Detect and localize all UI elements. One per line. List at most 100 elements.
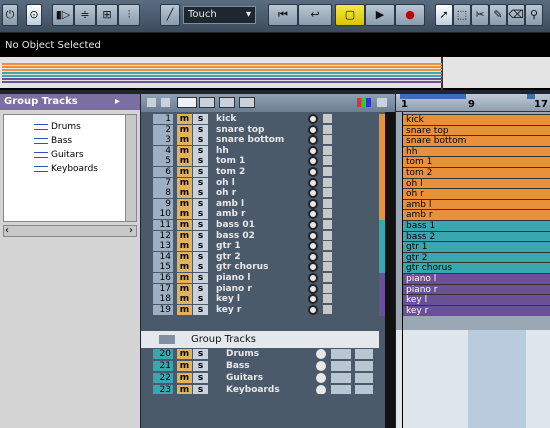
track-row[interactable]: 9 m s amb l: [141, 198, 395, 210]
mute-button[interactable]: m: [177, 373, 192, 383]
track-name[interactable]: gtr 2: [216, 252, 306, 263]
track-row[interactable]: 15 m s gtr chorus: [141, 262, 395, 274]
scroll-left-icon[interactable]: ‹: [5, 225, 9, 236]
monitor-icon[interactable]: [323, 294, 332, 304]
play-button[interactable]: ▶: [365, 4, 395, 26]
write-all-icon[interactable]: [239, 97, 255, 108]
edit-channel-icon[interactable]: [316, 349, 326, 359]
audio-part[interactable]: amb r: [403, 209, 550, 221]
solo-button[interactable]: s: [193, 251, 208, 262]
edit-channel-icon[interactable]: [316, 373, 326, 383]
track-name[interactable]: piano r: [216, 284, 306, 295]
monitor-icon[interactable]: [323, 167, 332, 176]
record-enable-icon[interactable]: [308, 198, 318, 209]
send-icon[interactable]: [355, 361, 373, 371]
track-name[interactable]: amb l: [216, 199, 306, 210]
group-track-name[interactable]: Bass: [226, 361, 316, 372]
collapse-icon[interactable]: [147, 98, 156, 107]
track-row[interactable]: 10 m s amb r: [141, 209, 395, 221]
tree-hscrollbar[interactable]: ‹ ›: [3, 225, 137, 237]
mute-button[interactable]: m: [177, 361, 192, 371]
mute-all-icon[interactable]: [177, 97, 197, 108]
solo-button[interactable]: s: [193, 241, 208, 252]
audio-part[interactable]: gtr 1: [403, 241, 550, 253]
tree-scrollbar[interactable]: [125, 115, 136, 221]
track-name[interactable]: amb r: [216, 209, 306, 220]
mute-button[interactable]: m: [177, 262, 192, 273]
mute-button[interactable]: m: [177, 198, 192, 209]
track-settings-icon[interactable]: [377, 98, 387, 107]
solo-button[interactable]: s: [193, 124, 208, 135]
track-row[interactable]: 13 m s gtr 1: [141, 241, 395, 253]
window-layout-icon[interactable]: ⊞: [96, 4, 118, 26]
record-enable-icon[interactable]: [308, 114, 318, 124]
group-track-name[interactable]: Guitars: [226, 373, 316, 384]
group-folder-track[interactable]: Group Tracks: [141, 331, 379, 348]
track-list-empty-area[interactable]: [141, 394, 379, 428]
track-row[interactable]: 7 m s oh l: [141, 177, 395, 189]
track-row[interactable]: 6 m s tom 2: [141, 167, 395, 178]
solo-button[interactable]: s: [193, 373, 208, 383]
mute-button[interactable]: m: [177, 145, 192, 156]
track-name[interactable]: bass 01: [216, 220, 306, 231]
track-name[interactable]: hh: [216, 146, 306, 157]
mute-button[interactable]: m: [177, 114, 192, 124]
monitor-icon[interactable]: [323, 241, 332, 251]
track-row[interactable]: 11 m s bass 01: [141, 220, 395, 231]
power-icon[interactable]: ⏻: [2, 4, 18, 26]
audio-part[interactable]: piano r: [403, 283, 550, 295]
audio-part[interactable]: oh r: [403, 188, 550, 200]
record-enable-icon[interactable]: [308, 209, 318, 220]
track-name[interactable]: piano l: [216, 273, 306, 284]
monitor-icon[interactable]: [323, 230, 332, 240]
read-all-icon[interactable]: [219, 97, 235, 108]
ruler[interactable]: 1 9 17: [396, 94, 550, 112]
audio-part[interactable]: kick: [403, 114, 550, 125]
audio-part[interactable]: gtr chorus: [403, 262, 550, 274]
group-track-row[interactable]: 20 m s Drums: [141, 349, 395, 361]
track-name[interactable]: tom 2: [216, 167, 306, 178]
solo-button[interactable]: s: [193, 361, 208, 371]
left-locator[interactable]: [400, 94, 466, 99]
mute-button[interactable]: m: [177, 283, 192, 294]
record-enable-icon[interactable]: [308, 230, 318, 241]
solo-button[interactable]: s: [193, 349, 208, 359]
solo-button[interactable]: s: [193, 114, 208, 124]
mute-button[interactable]: m: [177, 135, 192, 146]
erase-tool-icon[interactable]: ⌫: [507, 4, 525, 26]
record-enable-icon[interactable]: [308, 124, 318, 135]
audio-part[interactable]: tom 2: [403, 167, 550, 178]
solo-button[interactable]: s: [193, 230, 208, 241]
solo-button[interactable]: s: [193, 177, 208, 188]
range-tool-icon[interactable]: ⬚: [453, 4, 471, 26]
group-track-name[interactable]: Drums: [226, 349, 316, 360]
inspector-header[interactable]: Group Tracks ▸: [0, 94, 140, 110]
record-enable-icon[interactable]: [308, 145, 318, 156]
split-tool-icon[interactable]: ✂: [471, 4, 489, 26]
mute-button[interactable]: m: [177, 220, 192, 230]
group-track-row[interactable]: 21 m s Bass: [141, 361, 395, 373]
record-enable-icon[interactable]: [308, 262, 318, 273]
record-enable-icon[interactable]: [308, 304, 318, 315]
scroll-right-icon[interactable]: ›: [129, 225, 133, 236]
track-name[interactable]: oh r: [216, 188, 306, 199]
solo-button[interactable]: s: [193, 262, 208, 273]
solo-button[interactable]: s: [193, 283, 208, 294]
solo-button[interactable]: s: [193, 188, 208, 199]
mixer-icon[interactable]: ⫶: [118, 4, 140, 26]
monitor-icon[interactable]: [323, 283, 332, 293]
monitor-icon[interactable]: [323, 220, 332, 229]
audio-part[interactable]: key r: [403, 304, 550, 316]
monitor-icon[interactable]: [323, 124, 332, 134]
show-lanes-icon[interactable]: [161, 98, 170, 107]
track-row[interactable]: 16 m s piano l: [141, 273, 395, 284]
show-inspector-icon[interactable]: ▮▷: [52, 4, 74, 26]
monitor-icon[interactable]: [323, 156, 332, 166]
insert-icon[interactable]: [331, 349, 351, 359]
track-name[interactable]: snare top: [216, 125, 306, 136]
record-button[interactable]: ●: [395, 4, 425, 26]
tree-item-drums[interactable]: Drums: [34, 121, 81, 134]
solo-button[interactable]: s: [193, 304, 208, 315]
mute-button[interactable]: m: [177, 304, 192, 315]
solo-button[interactable]: s: [193, 198, 208, 209]
